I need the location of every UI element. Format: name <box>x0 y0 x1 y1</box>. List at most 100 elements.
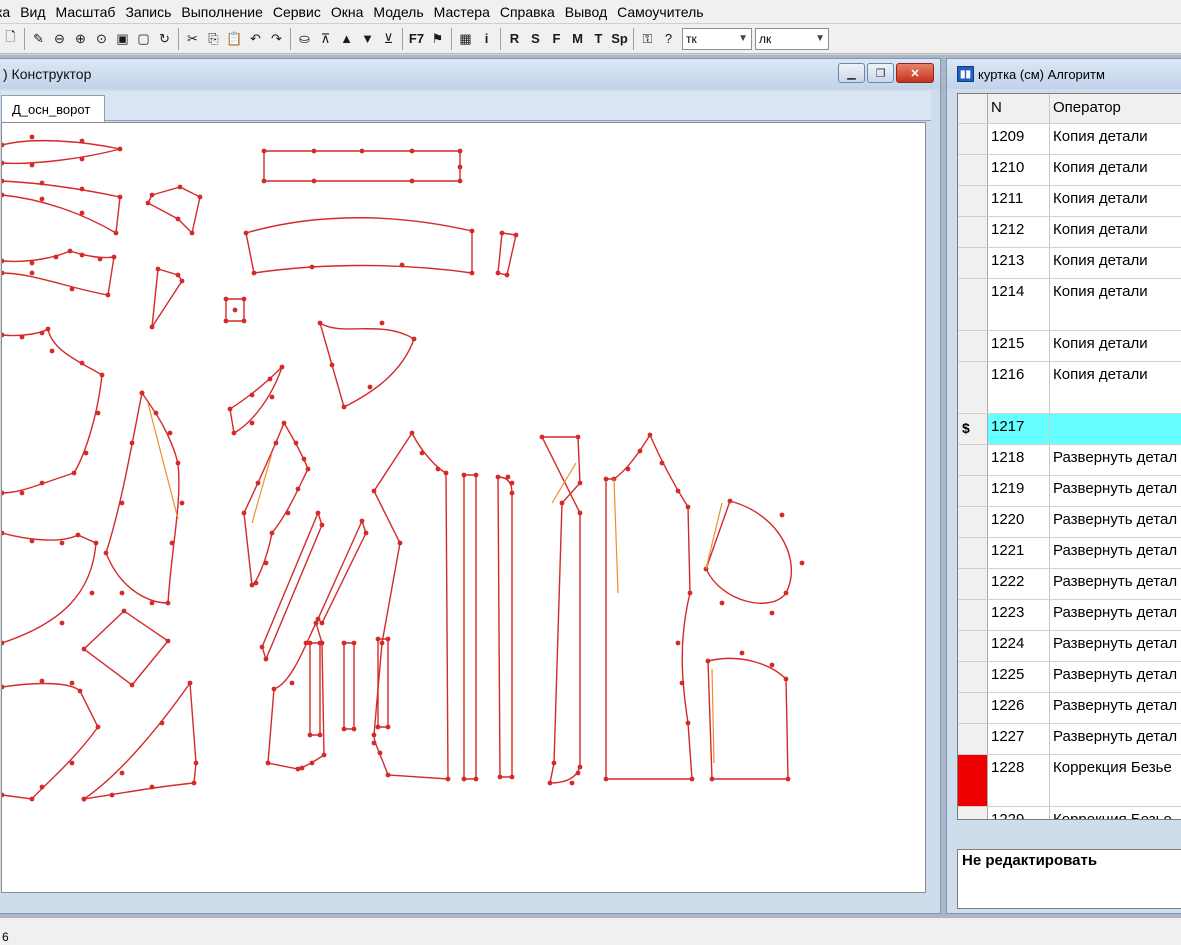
piece-armhole-1[interactable] <box>2 532 97 644</box>
pattern-point[interactable] <box>495 474 501 480</box>
pattern-point[interactable] <box>2 270 5 276</box>
menu-item-6[interactable]: Окна <box>326 1 369 23</box>
piece-triangle[interactable] <box>151 268 183 328</box>
pattern-point[interactable] <box>269 530 275 536</box>
toolbar-button-r[interactable]: R <box>504 28 525 50</box>
pattern-point[interactable] <box>419 450 425 456</box>
pattern-point[interactable] <box>473 472 479 478</box>
pattern-point[interactable] <box>351 640 357 646</box>
menu-item-7[interactable]: Модель <box>368 1 428 23</box>
pattern-point[interactable] <box>307 732 313 738</box>
zoom-window-icon[interactable]: ▢ <box>133 28 154 50</box>
pattern-point[interactable] <box>75 532 81 538</box>
table-row[interactable]: $1217 <box>958 414 1181 445</box>
toolbar-button-m[interactable]: M <box>567 28 588 50</box>
piece-bias-small[interactable] <box>229 366 283 435</box>
pattern-point[interactable] <box>375 636 381 642</box>
pattern-point[interactable] <box>313 620 319 626</box>
pattern-point[interactable] <box>315 510 321 516</box>
pattern-point[interactable] <box>551 760 557 766</box>
pattern-point[interactable] <box>263 560 269 566</box>
pattern-point[interactable] <box>307 640 313 646</box>
pattern-point[interactable] <box>117 194 123 200</box>
toolbar-button-f7[interactable]: F7 <box>406 28 427 50</box>
row-indicator[interactable] <box>958 569 988 599</box>
pattern-point[interactable] <box>783 676 789 682</box>
top-icon[interactable]: ⊼ <box>315 28 336 50</box>
piece-tab-1[interactable] <box>147 186 201 235</box>
pattern-point[interactable] <box>191 780 197 786</box>
pattern-point[interactable] <box>241 318 247 324</box>
row-indicator[interactable] <box>958 631 988 661</box>
table-row[interactable]: 1216 Копия детали <box>958 362 1181 414</box>
pattern-point[interactable] <box>95 410 101 416</box>
toolbar-button-f[interactable]: F <box>546 28 567 50</box>
pattern-point[interactable] <box>175 460 181 466</box>
pattern-point[interactable] <box>145 200 151 206</box>
pattern-point[interactable] <box>223 318 229 324</box>
pattern-point[interactable] <box>679 680 685 686</box>
pattern-point[interactable] <box>249 392 255 398</box>
pattern-point[interactable] <box>469 270 475 276</box>
zoom-icon[interactable]: ⊙ <box>91 28 112 50</box>
pattern-point[interactable] <box>385 724 391 730</box>
pattern-point[interactable] <box>53 254 59 260</box>
menu-item-5[interactable]: Сервис <box>268 1 326 23</box>
pattern-point[interactable] <box>189 230 195 236</box>
pattern-point[interactable] <box>113 230 119 236</box>
pattern-point[interactable] <box>149 192 155 198</box>
menu-item-0[interactable]: ка <box>0 1 15 23</box>
pattern-point[interactable] <box>785 776 791 782</box>
pattern-point[interactable] <box>232 307 238 313</box>
table-row[interactable]: 1220 Развернуть детал <box>958 507 1181 538</box>
pattern-point[interactable] <box>341 726 347 732</box>
piece-lower-rect[interactable] <box>707 657 789 780</box>
pattern-point[interactable] <box>59 620 65 626</box>
pattern-point[interactable] <box>45 326 51 332</box>
algorithm-titlebar[interactable]: ▮▮ куртка (см) Алгоритм <box>947 59 1181 89</box>
pattern-point[interactable] <box>317 640 323 646</box>
pattern-point[interactable] <box>675 488 681 494</box>
close-button[interactable]: ✕ <box>896 63 934 83</box>
pattern-point[interactable] <box>129 440 135 446</box>
pattern-point[interactable] <box>385 636 391 642</box>
table-row[interactable]: 1225 Развернуть детал <box>958 662 1181 693</box>
pattern-point[interactable] <box>295 766 301 772</box>
pattern-point[interactable] <box>71 470 77 476</box>
pattern-point[interactable] <box>457 178 463 184</box>
cut-icon[interactable]: ✂ <box>182 28 203 50</box>
row-indicator[interactable] <box>958 217 988 247</box>
paste-icon[interactable]: 📋 <box>224 28 245 50</box>
tab-d-osn-vorot[interactable]: Д_осн_ворот <box>1 95 105 122</box>
pattern-point[interactable] <box>341 640 347 646</box>
pattern-point[interactable] <box>559 500 565 506</box>
pattern-point[interactable] <box>179 278 185 284</box>
pattern-point[interactable] <box>385 772 391 778</box>
algorithm-grid[interactable]: N Оператор 1209 Копия детали 1210 Копия детал… <box>957 93 1181 820</box>
pattern-point[interactable] <box>461 776 467 782</box>
pattern-point[interactable] <box>443 470 449 476</box>
pattern-point[interactable] <box>2 192 5 198</box>
pattern-point[interactable] <box>119 590 125 596</box>
row-indicator[interactable] <box>958 724 988 754</box>
pattern-point[interactable] <box>379 320 385 326</box>
pattern-point[interactable] <box>2 142 5 148</box>
pattern-point[interactable] <box>2 490 5 496</box>
pattern-point[interactable] <box>69 760 75 766</box>
pattern-point[interactable] <box>505 474 511 480</box>
piece-back-panel[interactable] <box>267 621 325 770</box>
pattern-point[interactable] <box>577 764 583 770</box>
pattern-point[interactable] <box>179 500 185 506</box>
pattern-point[interactable] <box>69 286 75 292</box>
row-indicator[interactable] <box>958 476 988 506</box>
redo-icon[interactable]: ↷ <box>266 28 287 50</box>
copy-icon[interactable]: ⎘ <box>203 28 224 50</box>
pattern-point[interactable] <box>363 530 369 536</box>
row-indicator[interactable] <box>958 155 988 185</box>
restore-button[interactable]: ❐ <box>867 63 894 83</box>
key-icon[interactable]: ⚿ <box>637 28 658 50</box>
pattern-point[interactable] <box>575 770 581 776</box>
pattern-point[interactable] <box>39 330 45 336</box>
table-row[interactable]: 1214 Копия детали <box>958 279 1181 331</box>
pattern-point[interactable] <box>309 264 315 270</box>
